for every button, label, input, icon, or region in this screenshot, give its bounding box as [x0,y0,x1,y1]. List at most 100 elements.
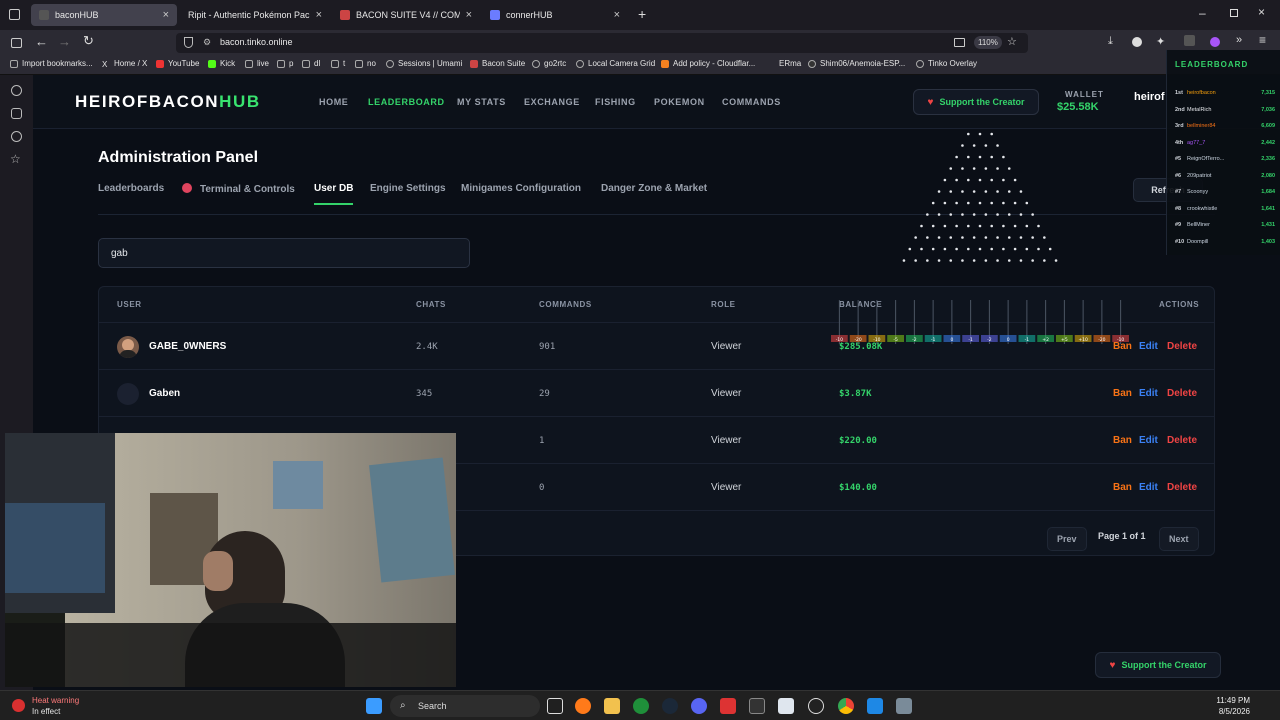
obs-icon[interactable] [808,698,824,714]
history-icon[interactable] [11,131,22,142]
ban-button[interactable]: Ban [1113,435,1132,446]
user-search-input[interactable] [98,238,470,268]
tab-engine-settings[interactable]: Engine Settings [370,183,446,194]
tab-minigames-config[interactable]: Minigames Configuration [461,183,581,194]
extension-badge-icon[interactable] [1184,35,1195,46]
address-bar[interactable]: ⚙ bacon.tinko.online 110% ☆ [176,33,1028,53]
nav-pokemon[interactable]: POKEMON [654,97,705,107]
support-creator-button[interactable]: ♥ Support the Creator [913,89,1039,115]
weather-alert[interactable]: Heat warning In effect [32,695,79,717]
delete-button[interactable]: Delete [1167,482,1197,493]
ban-button[interactable]: Ban [1113,388,1132,399]
bookmark-folder[interactable]: t [331,59,345,68]
vscode-icon[interactable] [867,698,883,714]
nav-my-stats[interactable]: MY STATS [457,97,506,107]
close-tab-icon[interactable]: × [466,9,472,21]
support-creator-floating-button[interactable]: ♥ Support the Creator [1095,652,1221,678]
profile-icon[interactable] [1210,37,1220,47]
streaming-app-icon[interactable] [720,698,736,714]
bookmark-item[interactable]: YouTube [156,59,199,68]
site-logo[interactable]: HEIROFBACONHUB [75,92,261,112]
tab-connerhub[interactable]: connerHUB × [482,4,628,26]
network-app-icon[interactable] [896,698,912,714]
new-tab-icon[interactable]: + [638,6,646,22]
page-info-icon[interactable]: ⚙ [203,37,211,48]
close-tab-icon[interactable]: × [316,9,322,21]
edit-button[interactable]: Edit [1139,435,1158,446]
close-window-icon[interactable]: × [1258,5,1265,19]
tab-leaderboards[interactable]: Leaderboards [98,183,164,194]
close-tab-icon[interactable]: × [614,9,620,21]
minimize-window-icon[interactable]: – [1199,6,1206,20]
task-view-icon[interactable] [547,698,563,714]
app-menu-icon[interactable]: ≡ [1259,33,1266,47]
bookmark-folder[interactable]: dl [302,59,320,68]
bookmark-folder[interactable]: live [245,59,269,68]
extension-icon[interactable] [1132,37,1142,47]
bookmark-item[interactable]: go2rtc [532,59,566,68]
tab-terminal-controls[interactable]: Terminal & Controls [182,183,295,195]
edit-button[interactable]: Edit [1139,341,1158,352]
notepad-icon[interactable] [778,698,794,714]
prev-page-button[interactable]: Prev [1047,527,1087,551]
bookmark-star-icon[interactable]: ☆ [1007,35,1017,48]
tab-user-db[interactable]: User DB [314,183,354,205]
reader-view-icon[interactable] [954,38,965,47]
delete-button[interactable]: Delete [1167,435,1197,446]
system-clock[interactable]: 11:49 PM 8/5/2026 [1216,695,1250,717]
forward-icon[interactable]: → [58,34,71,49]
terminal-icon[interactable] [749,698,765,714]
firefox-icon[interactable] [575,698,591,714]
reload-icon[interactable]: ↻ [83,33,94,49]
tab-baconhub[interactable]: baconHUB × [31,4,177,26]
back-icon[interactable]: ← [35,34,48,49]
close-tab-icon[interactable]: × [163,9,169,21]
plinko-peg [972,213,976,216]
nav-fishing[interactable]: FISHING [595,97,636,107]
next-page-button[interactable]: Next [1159,527,1199,551]
bookmarks-icon[interactable]: ☆ [10,153,21,165]
bookmark-item[interactable]: X Home / X [102,59,147,69]
file-explorer-icon[interactable] [604,698,620,714]
bookmark-item[interactable]: Add policy - Cloudflar... [661,59,755,68]
chrome-icon[interactable] [838,698,854,714]
ai-chat-icon[interactable] [11,85,22,96]
discord-icon[interactable] [691,698,707,714]
bookmark-item[interactable]: Tinko Overlay [916,59,977,68]
zoom-level[interactable]: 110% [974,36,1002,49]
steam-icon[interactable] [662,698,678,714]
nav-commands[interactable]: COMMANDS [722,97,781,107]
sidebar-toggle-icon[interactable] [11,38,22,48]
bookmark-item[interactable]: ERma [767,59,801,68]
nav-leaderboard[interactable]: LEADERBOARD [368,97,445,107]
delete-button[interactable]: Delete [1167,341,1197,352]
col-commands: COMMANDS [539,300,592,309]
tab-danger-zone[interactable]: Danger Zone & Market [601,183,707,194]
bookmark-item[interactable]: Kick [208,59,235,68]
edit-button[interactable]: Edit [1139,388,1158,399]
bookmark-folder[interactable]: no [355,59,376,68]
ban-button[interactable]: Ban [1113,482,1132,493]
nav-exchange[interactable]: EXCHANGE [524,97,580,107]
tabs-icon[interactable] [11,108,22,119]
maximize-window-icon[interactable] [1230,9,1238,17]
user-menu[interactable]: heirof [1134,91,1165,103]
downloads-icon[interactable]: ⤓ [1108,35,1113,48]
bookmark-item[interactable]: Import bookmarks... [10,59,93,68]
nav-home[interactable]: HOME [319,97,348,107]
taskbar-search[interactable]: ⌕ Search [390,695,540,717]
bookmark-item[interactable]: Local Camera Grid [576,59,655,68]
windows-start-icon[interactable] [366,698,382,714]
xbox-icon[interactable] [633,698,649,714]
extensions-puzzle-icon[interactable]: ✦ [1156,35,1165,48]
bookmark-item[interactable]: Bacon Suite [470,59,525,68]
tab-list-icon[interactable] [9,9,20,20]
tab-bacon-suite[interactable]: BACON SUITE V4 // COMMAND × [332,4,480,26]
delete-button[interactable]: Delete [1167,388,1197,399]
bookmark-item[interactable]: Shim06/Anemoia-ESP... [808,59,905,68]
bookmark-item[interactable]: Sessions | Umami [386,59,462,68]
bookmark-folder[interactable]: p [277,59,293,68]
edit-button[interactable]: Edit [1139,482,1158,493]
overflow-menu-icon[interactable]: » [1236,34,1242,46]
tab-ripit[interactable]: Ripit - Authentic Pokémon Pack Op × [180,4,330,26]
